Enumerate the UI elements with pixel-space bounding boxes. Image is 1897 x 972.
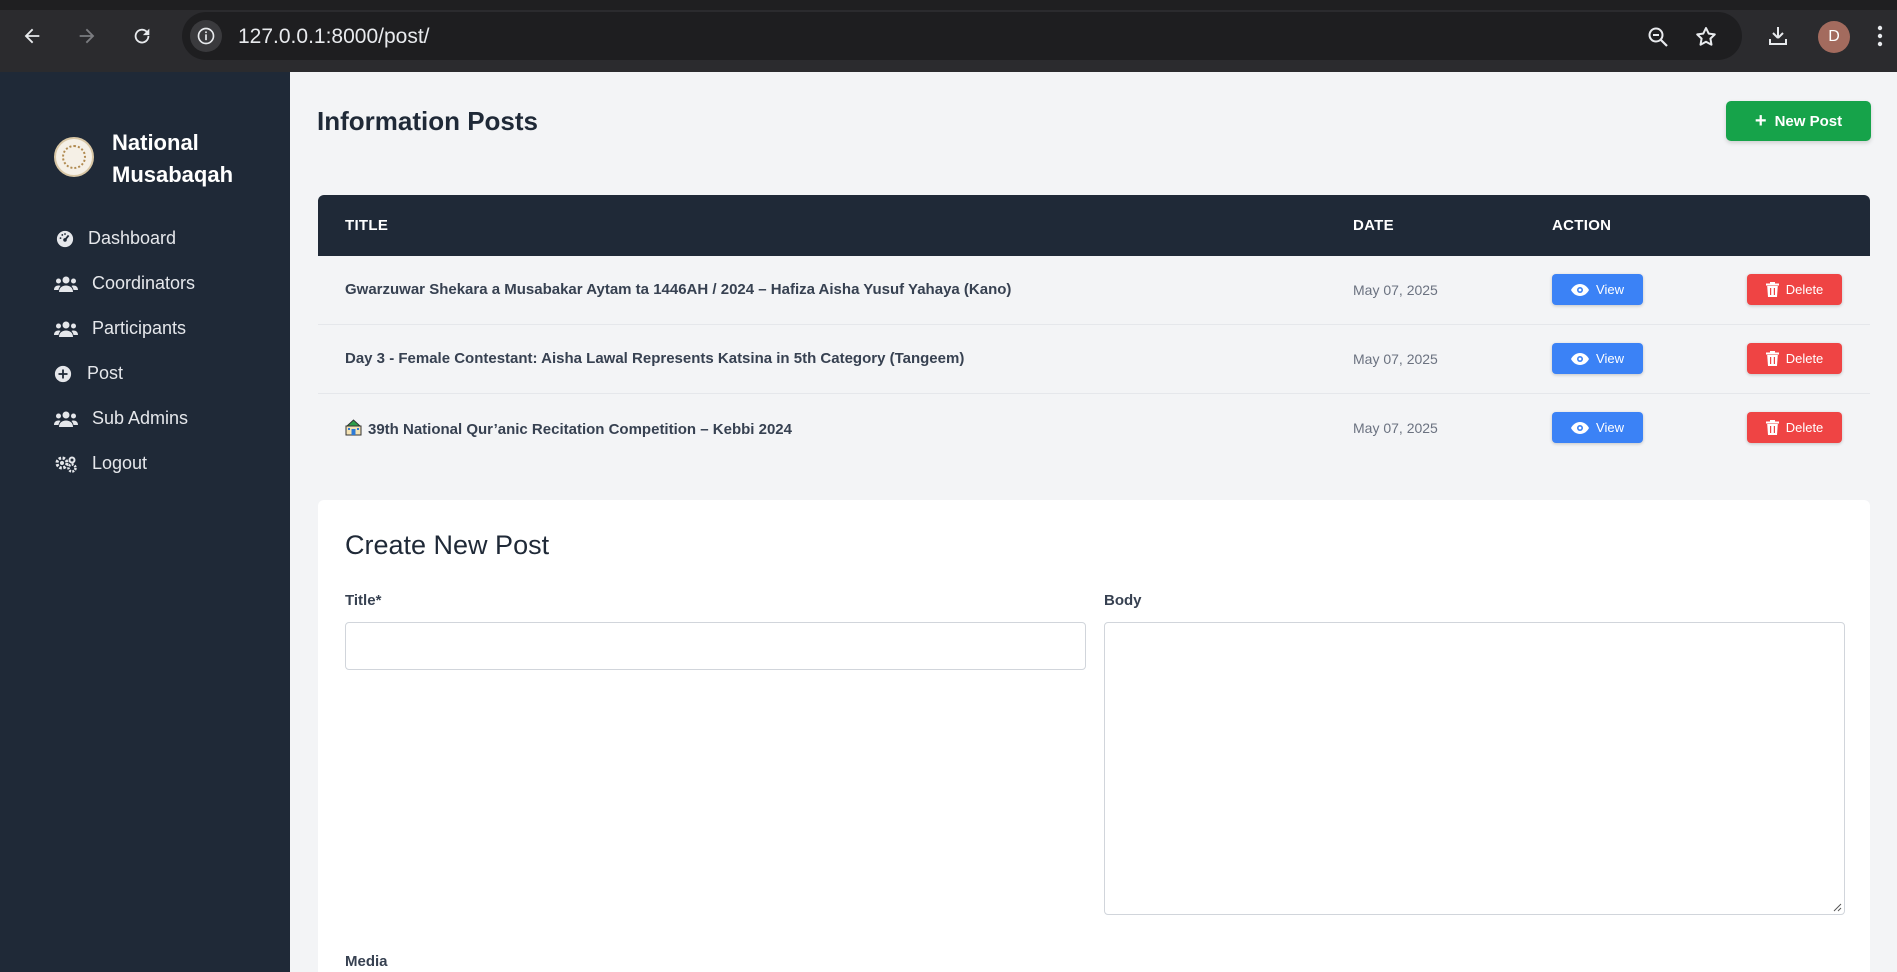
body-label: Body <box>1104 592 1142 609</box>
delete-button[interactable]: Delete <box>1747 274 1842 305</box>
sidebar-item-label: Coordinators <box>92 273 196 293</box>
users-icon <box>54 273 78 295</box>
sidebar-item-dashboard[interactable]: Dashboard <box>54 216 195 261</box>
media-label: Media <box>345 953 388 970</box>
sidebar-item-label: Participants <box>92 318 187 338</box>
new-post-label: New Post <box>1774 112 1843 130</box>
table-row: Day 3 - Female Contestant: Aisha Lawal R… <box>318 325 1870 394</box>
table-header: TITLE DATE ACTION <box>318 195 1870 256</box>
delete-label: Delete <box>1785 282 1824 297</box>
reload-icon <box>134 28 150 44</box>
back-button[interactable] <box>16 20 48 52</box>
brand-logo <box>54 137 94 177</box>
view-button[interactable]: View <box>1552 343 1643 374</box>
profile-avatar[interactable]: D <box>1818 21 1850 53</box>
view-label: View <box>1596 282 1624 297</box>
view-label: View <box>1596 420 1624 435</box>
trash-icon <box>1765 282 1779 297</box>
table-row: Gwarzuwar Shekara a Musabakar Aytam ta 1… <box>318 256 1870 325</box>
download-button[interactable] <box>1762 20 1794 52</box>
brand-name: National Musabaqah <box>112 130 234 187</box>
post-date: May 07, 2025 <box>1353 282 1438 298</box>
post-title: Day 3 - Female Contestant: Aisha Lawal R… <box>345 350 965 367</box>
delete-button[interactable]: Delete <box>1747 412 1842 443</box>
sidebar-item-label: Logout <box>92 453 148 473</box>
title-label: Title* <box>345 592 382 609</box>
post-date: May 07, 2025 <box>1353 420 1438 436</box>
sidebar-item-coordinators[interactable]: Coordinators <box>54 261 195 306</box>
kebab-menu-icon <box>1877 25 1883 47</box>
sidebar-item-logout[interactable]: Logout <box>54 441 195 486</box>
form-title: Create New Post <box>345 530 550 560</box>
users-icon <box>54 408 78 430</box>
title-input[interactable] <box>345 622 1086 670</box>
gauge-icon <box>54 228 76 250</box>
brand[interactable]: National Musabaqah <box>54 127 272 191</box>
view-label: View <box>1596 351 1624 366</box>
bookmark-star-icon[interactable] <box>1693 24 1719 50</box>
sidebar: National Musabaqah Dashboard Coordinator… <box>0 72 290 972</box>
mosque-emoji-icon <box>345 419 362 436</box>
sidebar-menu: Dashboard Coordinators Participants Post… <box>54 216 195 486</box>
main-content: Information Posts + New Post TITLE DATE … <box>290 72 1897 972</box>
tab-strip <box>0 0 1897 10</box>
sidebar-item-participants[interactable]: Participants <box>54 306 195 351</box>
delete-label: Delete <box>1785 420 1824 435</box>
eye-icon <box>1571 283 1590 296</box>
plus-icon: + <box>1754 109 1767 132</box>
post-date: May 07, 2025 <box>1353 351 1438 367</box>
address-bar[interactable]: 127.0.0.1:8000/post/ <box>182 12 1742 60</box>
users-icon <box>54 318 78 340</box>
sidebar-item-label: Sub Admins <box>92 408 189 428</box>
gears-icon <box>54 453 78 475</box>
view-button[interactable]: View <box>1552 274 1643 305</box>
post-title: 39th National Qur’anic Recitation Compet… <box>368 421 792 438</box>
sidebar-item-post[interactable]: Post <box>54 351 195 396</box>
body-textarea[interactable] <box>1104 622 1845 915</box>
eye-icon <box>1571 421 1590 434</box>
zoom-icon[interactable] <box>1645 24 1671 50</box>
header-title: TITLE <box>345 217 389 234</box>
site-info-icon[interactable] <box>190 20 222 52</box>
browser-menu-button[interactable] <box>1870 20 1890 52</box>
header-action: ACTION <box>1552 217 1612 234</box>
sidebar-item-label: Dashboard <box>88 228 177 248</box>
page-title: Information Posts <box>317 106 539 136</box>
download-icon <box>1769 27 1787 45</box>
trash-icon <box>1765 351 1779 366</box>
table-row: 39th National Qur’anic Recitation Compet… <box>318 394 1870 463</box>
browser-toolbar: 127.0.0.1:8000/post/ D <box>0 0 1897 72</box>
sidebar-item-sub-admins[interactable]: Sub Admins <box>54 396 195 441</box>
forward-button[interactable] <box>71 20 103 52</box>
url-text[interactable]: 127.0.0.1:8000/post/ <box>238 25 430 49</box>
reload-button[interactable] <box>126 20 158 52</box>
delete-label: Delete <box>1785 351 1824 366</box>
post-title-cell: 39th National Qur’anic Recitation Compet… <box>345 419 792 438</box>
forward-arrow-icon <box>79 28 95 44</box>
sidebar-item-label: Post <box>87 363 124 383</box>
new-post-button[interactable]: + New Post <box>1726 101 1871 141</box>
view-button[interactable]: View <box>1552 412 1643 443</box>
create-post-form: Create New Post Title* Body Media <box>318 500 1870 972</box>
delete-button[interactable]: Delete <box>1747 343 1842 374</box>
post-title: Gwarzuwar Shekara a Musabakar Aytam ta 1… <box>345 281 1012 298</box>
plus-circle-icon <box>54 363 72 385</box>
resize-grip-icon[interactable] <box>1832 902 1842 912</box>
back-arrow-icon <box>24 28 40 44</box>
trash-icon <box>1765 420 1779 435</box>
eye-icon <box>1571 352 1590 365</box>
posts-table: TITLE DATE ACTION Gwarzuwar Shekara a Mu… <box>318 195 1870 463</box>
header-date: DATE <box>1353 217 1394 234</box>
